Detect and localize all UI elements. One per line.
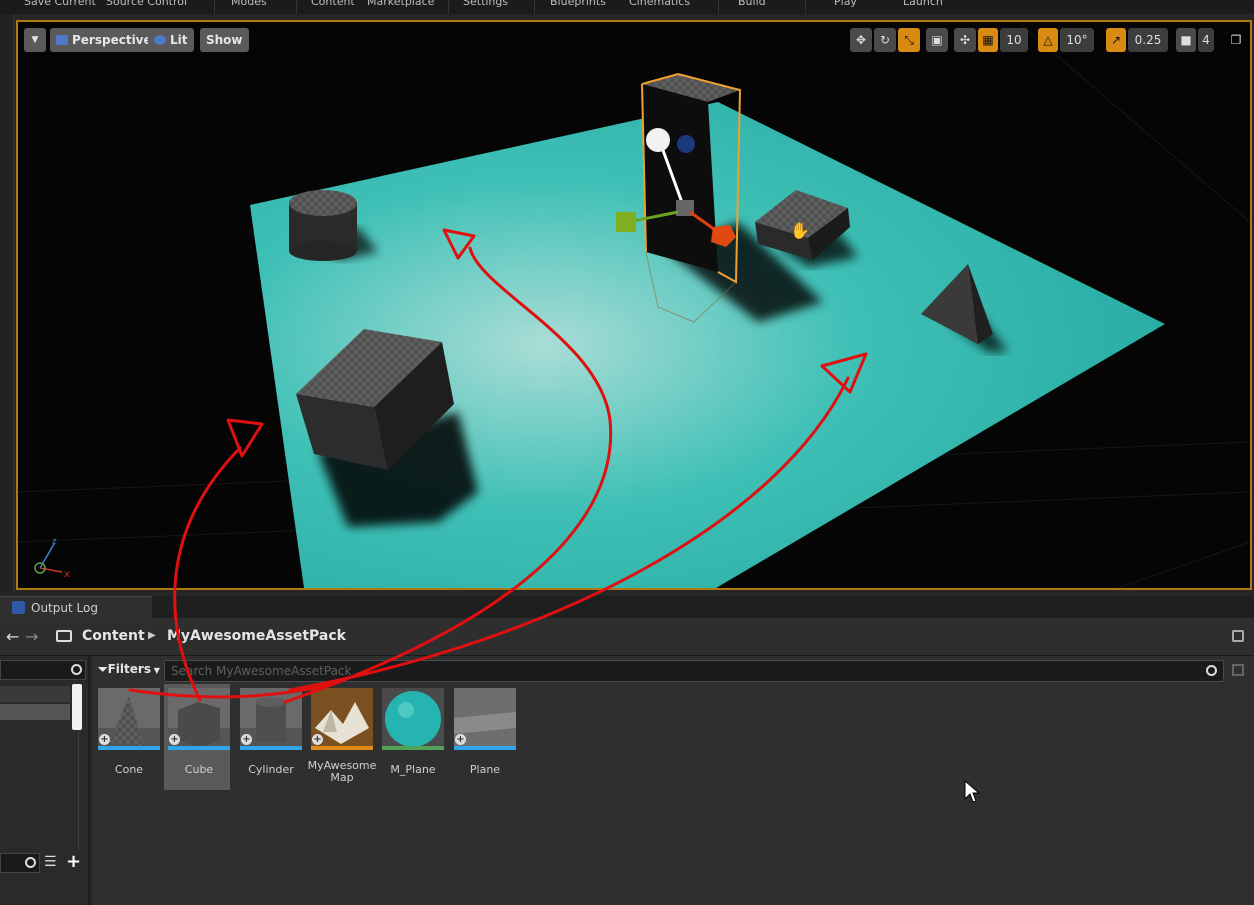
folder-search-input[interactable]	[0, 660, 86, 680]
breadcrumb-content[interactable]: Content	[82, 628, 145, 644]
add-icon: +	[312, 734, 323, 745]
search-icon	[25, 857, 36, 868]
asset-view: ⏷Filters ▼ Search MyAwesomeAssetPack + C…	[92, 656, 1254, 905]
translate-icon[interactable]: ✥	[850, 28, 872, 52]
add-collection-icon[interactable]: +	[66, 851, 81, 872]
lit-label: Lit	[170, 33, 188, 47]
axis-x-label: x	[64, 569, 70, 580]
axis-indicator	[34, 543, 63, 574]
asset-tile-plane[interactable]: + Plane	[450, 684, 516, 790]
material-thumbnail	[382, 688, 444, 750]
toolbar-launch[interactable]: Launch	[903, 0, 943, 8]
toolbar-content[interactable]: Content	[311, 0, 355, 8]
toolbar-blueprints[interactable]: Blueprints	[550, 0, 606, 8]
main-toolbar: Save Current Source Control Modes Conten…	[0, 0, 1254, 14]
forward-arrow-icon[interactable]: →	[25, 627, 38, 646]
tab-strip	[152, 596, 1254, 618]
collections-search-input[interactable]	[0, 853, 40, 873]
search-icon[interactable]	[1206, 665, 1217, 676]
toolbar-save-current[interactable]: Save Current	[24, 0, 96, 8]
maximize-viewport-icon[interactable]: ❐	[1228, 28, 1244, 52]
folder-scrollbar[interactable]	[72, 684, 82, 730]
tab-output-log[interactable]: Output Log	[0, 596, 152, 618]
toolbar-settings[interactable]: Settings	[463, 0, 508, 8]
svg-text:✋: ✋	[790, 221, 810, 240]
viewport-options-button[interactable]: ▼	[24, 28, 46, 52]
toolbar-modes[interactable]: Modes	[231, 0, 267, 8]
asset-label: Cylinder	[248, 763, 294, 776]
modes-panel-edge	[0, 14, 14, 592]
folder-row-selected[interactable]	[0, 704, 70, 720]
asset-tile-cube[interactable]: + Cube	[164, 684, 230, 790]
toolbar-build[interactable]: Build	[738, 0, 766, 8]
save-search-icon[interactable]	[1232, 664, 1244, 676]
grid-snap-value[interactable]: 10	[1000, 28, 1028, 52]
asset-tile-map[interactable]: + MyAwesome Map	[307, 684, 376, 790]
chevron-down-icon: ▼	[150, 666, 160, 675]
perspective-label: Perspective	[72, 33, 152, 47]
add-icon: +	[169, 734, 180, 745]
search-icon	[71, 664, 82, 675]
toolbar-source-control[interactable]: Source Control	[106, 0, 187, 8]
toolbar-marketplace[interactable]: Marketplace	[367, 0, 434, 8]
cylinder-actor	[289, 190, 357, 261]
world-local-icon[interactable]: ▣	[926, 28, 948, 52]
add-icon: +	[241, 734, 252, 745]
output-log-icon	[12, 601, 25, 614]
show-label: Show	[206, 33, 243, 47]
folder-row[interactable]	[0, 686, 70, 702]
rotate-icon[interactable]: ↻	[874, 28, 896, 52]
show-button[interactable]: Show	[200, 28, 249, 52]
axis-z-label: z	[52, 537, 57, 547]
lock-icon[interactable]	[1232, 630, 1244, 642]
asset-label: Plane	[469, 763, 501, 776]
chevron-down-icon: ▼	[31, 35, 39, 45]
back-arrow-icon[interactable]: ←	[6, 627, 19, 646]
asset-tile-cylinder[interactable]: + Cylinder	[236, 684, 302, 790]
breadcrumb-folder[interactable]: MyAwesomeAssetPack	[167, 628, 346, 644]
toolbar-play[interactable]: Play	[834, 0, 857, 8]
scale-icon[interactable]: ⤡	[898, 28, 920, 52]
level-viewport[interactable]: ✋ z x ▼ Perspective Lit Show ✥ ↻ ⤡ ▣ ✣ ▦…	[16, 20, 1252, 590]
output-log-label: Output Log	[31, 600, 98, 615]
asset-label: M_Plane	[390, 763, 436, 776]
filters-label: Filters	[107, 662, 151, 676]
add-icon: +	[99, 734, 110, 745]
scene-render: ✋ z x	[18, 22, 1250, 588]
unreal-editor: Save Current Source Control Modes Conten…	[0, 0, 1254, 905]
content-browser-path-bar: ← → Content ▶ MyAwesomeAssetPack	[0, 618, 1254, 656]
scale-snap-icon[interactable]: ↗	[1106, 28, 1126, 52]
breadcrumb-chevron-icon[interactable]: ▶	[148, 630, 156, 641]
filters-button[interactable]: ⏷Filters ▼	[98, 662, 160, 680]
folder-icon	[56, 630, 72, 642]
perspective-icon	[56, 35, 68, 45]
asset-tile-m-plane[interactable]: M_Plane	[378, 684, 444, 790]
list-view-icon[interactable]: ☰	[44, 854, 57, 870]
camera-speed-value[interactable]: 4	[1198, 28, 1214, 52]
camera-speed-icon[interactable]: ■	[1176, 28, 1196, 52]
toolbar-cinematics[interactable]: Cinematics	[629, 0, 690, 8]
rotation-snap-icon[interactable]: △	[1038, 28, 1058, 52]
asset-label: MyAwesome Map	[307, 759, 377, 784]
lit-button[interactable]: Lit	[148, 28, 194, 52]
folder-tree-panel: ☰ +	[0, 656, 90, 905]
asset-label: Cone	[114, 763, 144, 776]
add-icon: +	[455, 734, 466, 745]
lit-icon	[154, 35, 166, 45]
asset-search-input[interactable]: Search MyAwesomeAssetPack	[164, 660, 1224, 682]
perspective-button[interactable]: Perspective	[50, 28, 158, 52]
asset-label: Cube	[184, 763, 214, 776]
surface-snap-icon[interactable]: ✣	[954, 28, 976, 52]
filter-icon: ⏷	[98, 662, 108, 676]
scale-snap-value[interactable]: 0.25	[1128, 28, 1168, 52]
grid-snap-icon[interactable]: ▦	[978, 28, 998, 52]
asset-tile-cone[interactable]: + Cone	[94, 684, 160, 790]
mouse-cursor-icon	[964, 780, 980, 803]
rotation-snap-value[interactable]: 10°	[1060, 28, 1094, 52]
